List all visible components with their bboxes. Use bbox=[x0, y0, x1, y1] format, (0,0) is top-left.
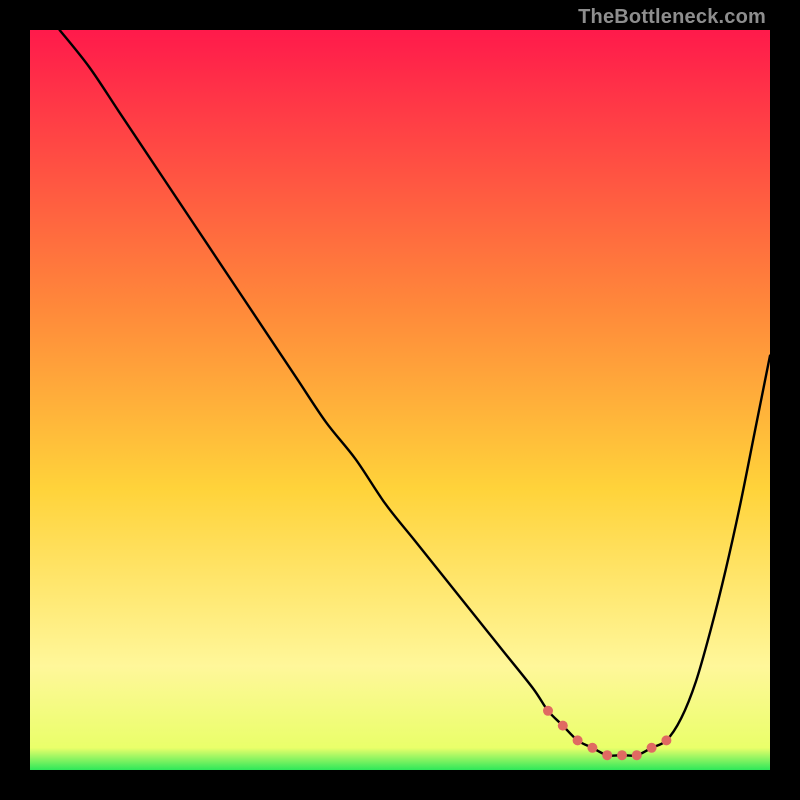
gradient-background bbox=[30, 30, 770, 770]
optimal-marker bbox=[543, 706, 553, 716]
optimal-marker bbox=[617, 750, 627, 760]
optimal-marker bbox=[573, 735, 583, 745]
optimal-marker bbox=[632, 750, 642, 760]
optimal-marker bbox=[558, 721, 568, 731]
bottleneck-chart bbox=[30, 30, 770, 770]
attribution-label: TheBottleneck.com bbox=[578, 6, 766, 29]
optimal-marker bbox=[647, 743, 657, 753]
optimal-marker bbox=[661, 735, 671, 745]
plot-area bbox=[30, 30, 770, 770]
optimal-marker bbox=[587, 743, 597, 753]
optimal-marker bbox=[602, 750, 612, 760]
chart-stage: TheBottleneck.com bbox=[0, 0, 800, 800]
